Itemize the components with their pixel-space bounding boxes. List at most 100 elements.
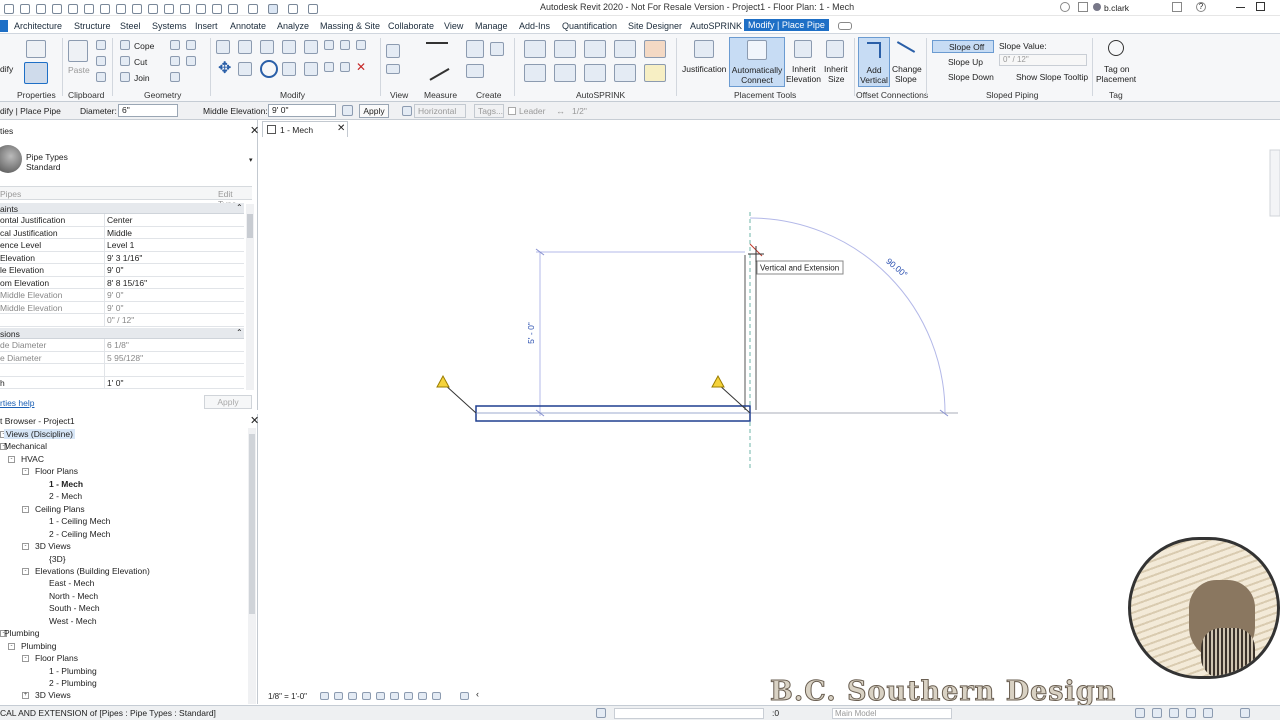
justification-label[interactable]: Justification <box>682 64 726 74</box>
leader-checkbox[interactable] <box>508 107 516 115</box>
reveal-hidden-icon[interactable] <box>418 692 427 700</box>
worksets-icon[interactable] <box>596 708 606 718</box>
collapse-icon[interactable]: ⌃ <box>236 203 243 212</box>
add-vertical-button[interactable]: Add Vertical <box>858 37 890 87</box>
match-properties-icon[interactable] <box>96 72 106 82</box>
split-gap-icon[interactable] <box>324 40 334 50</box>
unpin-icon[interactable] <box>340 40 350 50</box>
property-row[interactable]: e Diameter 5 95/128" <box>0 351 244 364</box>
property-value[interactable]: 9' 0" <box>107 265 123 275</box>
measure-element-icon[interactable] <box>424 59 450 81</box>
browser-item[interactable]: -3D Views <box>0 540 246 552</box>
visual-style-icon[interactable] <box>334 692 343 700</box>
horizontal-icon[interactable] <box>402 106 412 116</box>
sprink-search-icon[interactable] <box>554 40 576 58</box>
browser-item[interactable]: South - Mech <box>0 602 246 614</box>
property-row[interactable]: de Diameter 6 1/8" <box>0 339 244 352</box>
scale-icon[interactable] <box>324 62 334 72</box>
property-value[interactable]: 1' 0" <box>107 378 123 388</box>
browser-item[interactable]: - Mechanical <box>0 440 246 452</box>
tab-site-designer[interactable]: Site Designer <box>628 21 682 31</box>
properties-scroll-thumb[interactable] <box>247 214 253 238</box>
properties-help-link[interactable]: rties help <box>0 398 35 408</box>
browser-item[interactable]: - Ceiling Plans <box>0 503 246 515</box>
browser-item[interactable]: - Floor Plans <box>0 652 246 664</box>
tab-manage[interactable]: Manage <box>475 21 508 31</box>
join-icon[interactable] <box>120 72 130 82</box>
inherit-elevation-icon[interactable] <box>794 40 812 58</box>
inherit-size-label-1[interactable]: Inherit <box>824 64 848 74</box>
redo-icon[interactable] <box>68 4 78 14</box>
collapse-icon[interactable]: ⌃ <box>236 328 243 337</box>
tab-collaborate[interactable]: Collaborate <box>388 21 434 31</box>
user-name[interactable]: b.clark <box>1104 3 1129 13</box>
link-icon[interactable] <box>248 4 258 14</box>
browser-item[interactable]: - Plumbing <box>0 627 246 639</box>
create-part-icon[interactable] <box>490 42 504 56</box>
view-hide-icon[interactable] <box>386 44 400 58</box>
property-value[interactable]: 9' 3 1/16" <box>107 253 142 263</box>
property-row[interactable]: le Elevation 9' 0" <box>0 264 244 277</box>
filter-icon[interactable] <box>1240 708 1250 718</box>
cope-icon[interactable] <box>120 40 130 50</box>
section-constraints[interactable]: aints ⌃ <box>0 203 244 214</box>
change-slope-icon[interactable] <box>896 41 916 53</box>
save-icon[interactable] <box>20 4 30 14</box>
move-icon[interactable]: ✥ <box>218 61 234 78</box>
select-links-icon[interactable] <box>1135 708 1145 718</box>
browser-item[interactable]: -Views (Discipline) <box>0 428 246 440</box>
tab-modify-place-pipe[interactable]: Modify | Place Pipe <box>744 19 829 31</box>
property-value[interactable]: Center <box>107 215 133 225</box>
justification-icon[interactable] <box>694 40 714 58</box>
sprink-hanger-icon[interactable] <box>584 64 606 82</box>
split-face-icon[interactable] <box>170 40 180 50</box>
create-similar-icon[interactable] <box>466 40 484 58</box>
type-name[interactable]: Pipe Types <box>26 152 68 162</box>
search-icon[interactable] <box>1060 2 1070 12</box>
binoculars-icon[interactable] <box>1078 2 1088 12</box>
property-row[interactable]: ence Level Level 1 <box>0 239 244 252</box>
property-row[interactable]: Elevation 9' 3 1/16" <box>0 251 244 264</box>
browser-item[interactable]: 2 - Ceiling Mech <box>0 528 246 540</box>
property-row[interactable]: Middle Elevation 9' 0" <box>0 289 244 302</box>
tab-massing-site[interactable]: Massing & Site <box>320 21 380 31</box>
sun-path-icon[interactable] <box>348 692 357 700</box>
cope-label[interactable]: Cope <box>134 41 154 51</box>
browser-item[interactable]: 1 - Ceiling Mech <box>0 515 246 527</box>
offset-icon[interactable] <box>238 40 252 54</box>
cut-icon[interactable] <box>96 56 106 66</box>
3d-view-icon[interactable] <box>164 4 174 14</box>
print-icon[interactable] <box>84 4 94 14</box>
properties-icon[interactable] <box>24 62 48 84</box>
select-pinned-icon[interactable] <box>1169 708 1179 718</box>
delete-icon[interactable] <box>356 40 366 50</box>
property-row[interactable]: om Elevation 8' 8 15/16" <box>0 276 244 289</box>
select-underlay-icon[interactable] <box>1152 708 1162 718</box>
drawing-canvas[interactable]: 5' - 0" 90.00° Vertical and Extension <box>258 138 1280 688</box>
tab-systems[interactable]: Systems <box>152 21 187 31</box>
inherit-size-label-2[interactable]: Size <box>828 74 845 84</box>
open-icon[interactable] <box>4 4 14 14</box>
demolish-icon[interactable] <box>170 72 180 82</box>
customize-icon[interactable] <box>268 4 278 14</box>
section-dimensions[interactable]: sions ⌃ <box>0 328 244 339</box>
browser-item[interactable]: North - Mech <box>0 590 246 602</box>
delete-x-icon[interactable]: ✕ <box>356 60 366 74</box>
worksharing-icon[interactable] <box>432 692 441 700</box>
minimize-ribbon-icon[interactable] <box>838 22 852 30</box>
view-scale[interactable]: 1/8" = 1'-0" <box>268 692 307 701</box>
inherit-elevation-label-2[interactable]: Elevation <box>786 74 821 84</box>
properties-filter[interactable]: Pipes <box>0 189 21 199</box>
browser-item[interactable]: - Plumbing <box>0 640 246 652</box>
section-icon[interactable] <box>180 4 190 14</box>
property-value[interactable]: 5 95/128" <box>107 353 143 363</box>
tab-insert[interactable]: Insert <box>195 21 218 31</box>
file-tab[interactable] <box>0 20 8 32</box>
tag-on-placement-label-1[interactable]: Tag on <box>1104 64 1130 74</box>
help-icon[interactable]: ? <box>1196 2 1206 12</box>
property-row[interactable] <box>0 364 244 377</box>
sprink-pump-icon[interactable] <box>614 40 636 58</box>
sprink-branch-icon[interactable] <box>554 64 576 82</box>
tab-autosprink[interactable]: AutoSPRINK <box>690 21 742 31</box>
view-override-icon[interactable] <box>386 64 400 74</box>
